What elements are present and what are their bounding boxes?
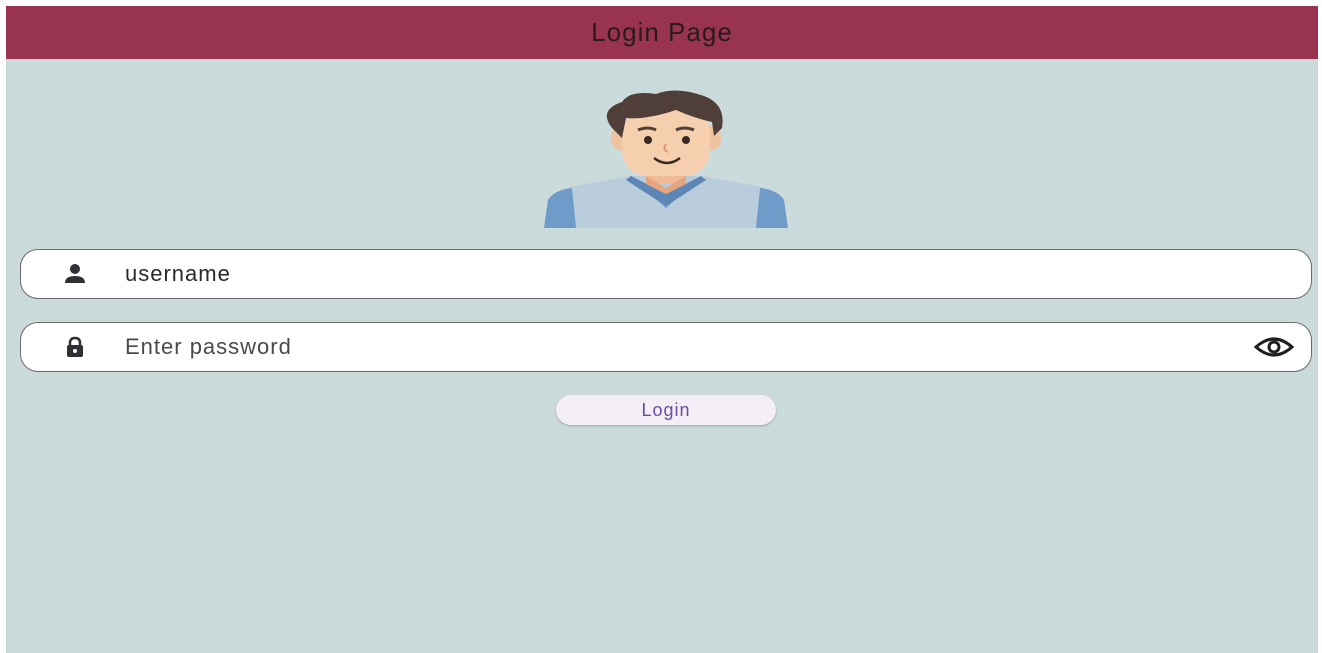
app-bar: Login Page xyxy=(6,6,1318,59)
person-icon xyxy=(63,262,87,286)
login-button[interactable]: Login xyxy=(556,395,776,425)
password-input[interactable] xyxy=(125,323,1205,371)
login-screen: Login Page username Login xyxy=(6,6,1318,653)
eye-icon[interactable] xyxy=(1253,333,1295,361)
username-input[interactable] xyxy=(125,250,1205,298)
lock-icon xyxy=(63,335,87,359)
username-field[interactable] xyxy=(20,249,1312,299)
password-field[interactable] xyxy=(20,322,1312,372)
user-avatar-illustration xyxy=(526,88,806,228)
page-title: Login Page xyxy=(591,17,733,47)
